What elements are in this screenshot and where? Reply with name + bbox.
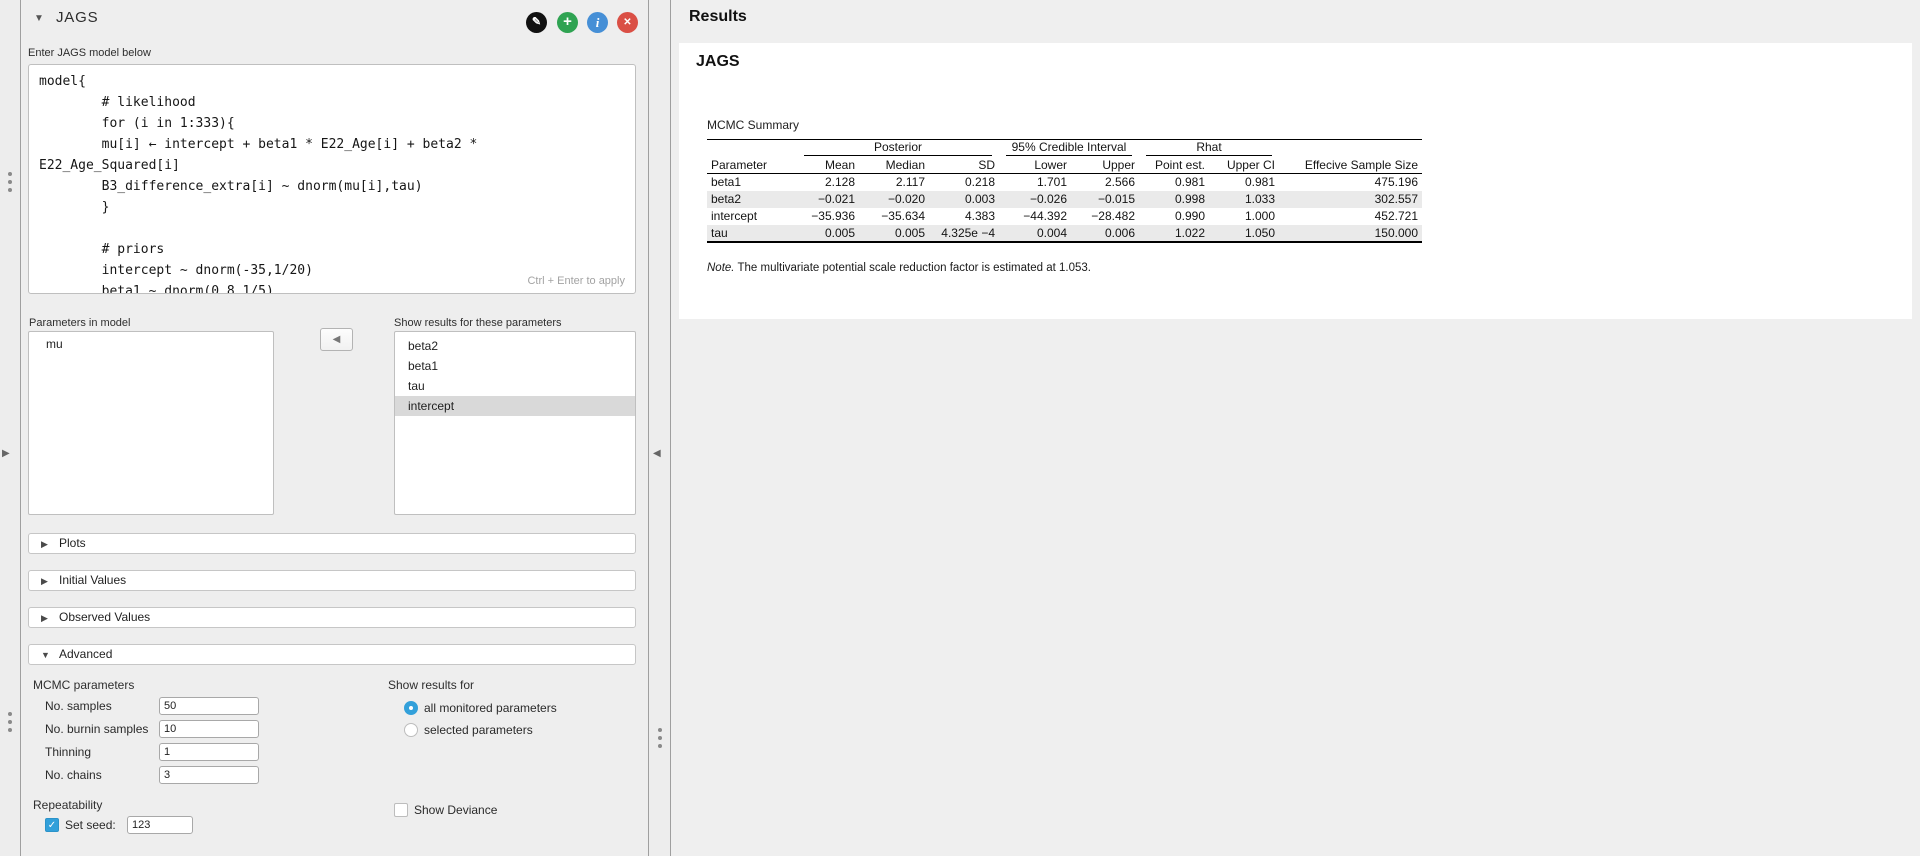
mcmc-summary-table: Posterior 95% Credible Interval Rhat Par… [707,139,1422,243]
list-item[interactable]: beta2 [395,336,635,356]
apply-hint: Ctrl + Enter to apply [527,275,625,287]
info-icon: i [596,15,600,30]
radio-selected-label[interactable]: selected parameters [424,723,533,737]
section-label: Advanced [59,647,112,661]
table-caption: MCMC Summary [707,118,799,132]
edit-title-button[interactable]: ✎ [526,12,547,33]
table-row: tau 0.005 0.005 4.325e −4 0.004 0.006 1.… [707,225,1422,242]
drag-handle-icon[interactable] [8,172,12,176]
monitored-parameters-list[interactable]: beta2 beta1 tau intercept [394,331,636,515]
section-initial-values[interactable]: ▶Initial Values [28,570,636,591]
results-panel-title: Results [689,8,747,26]
seed-input[interactable] [127,816,193,834]
note-text: The multivariate potential scale reducti… [735,262,1091,274]
repeatability-label: Repeatability [33,798,102,812]
no-samples-label: No. samples [45,699,112,713]
chevron-right-icon: ▶ [41,572,59,591]
analysis-header: ▼ JAGS ✎ + i ✕ [22,0,648,40]
no-burnin-samples-label: No. burnin samples [45,722,148,736]
col-lower: Lower [999,157,1071,174]
col-ess: Effecive Sample Size [1279,157,1422,174]
arrow-left-icon: ◀ [333,334,341,345]
table-note: Note. The multivariate potential scale r… [707,262,1091,274]
monitored-list-label: Show results for these parameters [394,317,562,329]
model-editor-label: Enter JAGS model below [28,47,151,59]
show-deviance-checkbox[interactable] [394,803,408,817]
set-seed-checkbox[interactable]: ✓ [45,818,59,832]
plus-icon: + [563,13,572,30]
mcmc-parameters-label: MCMC parameters [33,678,134,692]
duplicate-analysis-button[interactable]: + [557,12,578,33]
jags-model-code[interactable]: model{ # likelihood for (i in 1:333){ mu… [29,65,635,294]
chevron-down-icon: ▼ [41,646,59,665]
group-header-rhat: Rhat [1139,140,1279,157]
radio-selected-parameters[interactable] [404,723,418,737]
available-list-label: Parameters in model [29,317,131,329]
col-point-est: Point est. [1139,157,1209,174]
parameters-in-model-list[interactable]: mu [28,331,274,515]
section-plots[interactable]: ▶Plots [28,533,636,554]
thinning-label: Thinning [45,745,91,759]
no-samples-input[interactable] [159,697,259,715]
collapse-analysis-icon[interactable]: ▼ [34,13,44,24]
pencil-icon: ✎ [532,16,541,28]
table-row: beta1 2.128 2.117 0.218 1.701 2.566 0.98… [707,174,1422,191]
col-parameter: Parameter [707,157,797,174]
jags-model-editor[interactable]: model{ # likelihood for (i in 1:333){ mu… [28,64,636,294]
results-analysis-title[interactable]: JAGS [696,53,740,71]
group-header-row: Posterior 95% Credible Interval Rhat [707,140,1422,157]
group-header-posterior: Posterior [797,140,999,157]
radio-all-monitored-parameters[interactable] [404,701,418,715]
list-item-selected[interactable]: intercept [395,396,635,416]
section-observed-values[interactable]: ▶Observed Values [28,607,636,628]
help-button[interactable]: i [587,12,608,33]
close-icon: ✕ [623,17,631,28]
col-sd: SD [929,157,999,174]
no-burnin-samples-input[interactable] [159,720,259,738]
col-mean: Mean [797,157,859,174]
set-seed-label[interactable]: Set seed: [65,818,116,832]
results-panel: Results JAGS MCMC Summary Posterior 95% … [671,0,1920,856]
options-panel: ▼ JAGS ✎ + i ✕ Enter JAGS model below mo… [22,0,648,856]
show-deviance-label[interactable]: Show Deviance [414,803,497,817]
section-advanced[interactable]: ▼Advanced [28,644,636,665]
chevron-right-icon: ▶ [41,535,59,554]
thinning-input[interactable] [159,743,259,761]
drag-handle-icon[interactable] [8,712,12,716]
section-label: Observed Values [59,610,150,624]
section-label: Plots [59,536,86,550]
col-upper-ci: Upper CI [1209,157,1279,174]
no-chains-label: No. chains [45,768,102,782]
list-item[interactable]: tau [395,376,635,396]
panel-splitter[interactable]: ◀ [648,0,671,856]
note-prefix: Note. [707,262,735,274]
analysis-results[interactable]: JAGS MCMC Summary Posterior 95% Credible… [679,43,1912,319]
analysis-title: JAGS [56,9,98,26]
collapse-options-panel-arrow-icon[interactable]: ◀ [653,449,661,459]
group-header-credible-interval: 95% Credible Interval [999,140,1139,157]
close-analysis-button[interactable]: ✕ [617,12,638,33]
col-median: Median [859,157,929,174]
check-icon: ✓ [48,820,56,831]
show-results-for-label: Show results for [388,678,474,692]
move-parameter-left-button[interactable]: ◀ [320,328,353,351]
left-edge-rail: ▶ [0,0,21,856]
radio-all-monitored-label[interactable]: all monitored parameters [424,701,557,715]
column-header-row: Parameter Mean Median SD Lower Upper Poi… [707,157,1422,174]
table-row: intercept −35.936 −35.634 4.383 −44.392 … [707,208,1422,225]
list-item[interactable]: beta1 [395,356,635,376]
col-upper: Upper [1071,157,1139,174]
expand-data-panel-arrow-icon[interactable]: ▶ [2,449,10,459]
section-label: Initial Values [59,573,126,587]
no-chains-input[interactable] [159,766,259,784]
chevron-right-icon: ▶ [41,609,59,628]
list-item[interactable]: mu [29,332,273,352]
table-row: beta2 −0.021 −0.020 0.003 −0.026 −0.015 … [707,191,1422,208]
drag-handle-icon[interactable] [658,728,662,732]
